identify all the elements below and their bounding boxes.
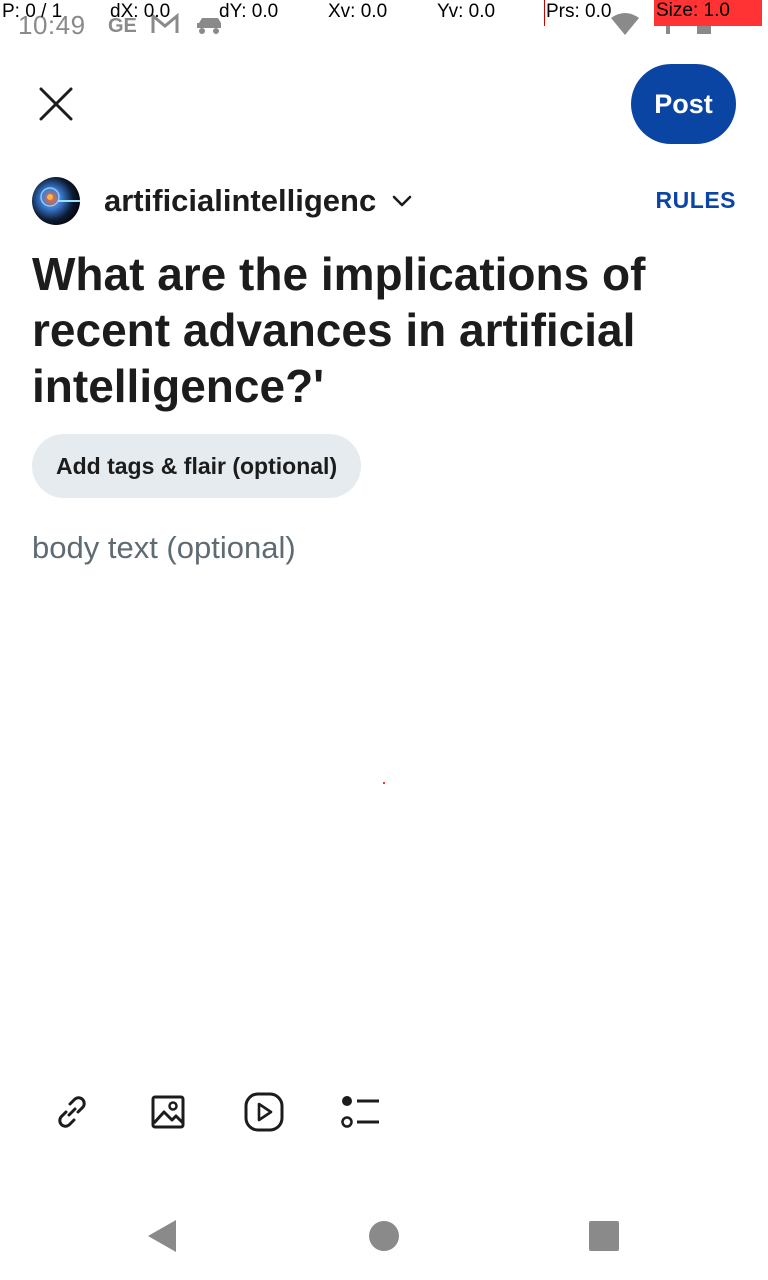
body-text-field[interactable] [32, 530, 736, 1030]
attachment-toolbar [48, 1088, 384, 1136]
overlay-xv: Xv: 0.0 [328, 1, 388, 22]
touch-indicator [383, 782, 385, 784]
overlay-dy: dY: 0.0 [219, 1, 279, 22]
post-button[interactable]: Post [631, 64, 736, 144]
rules-link[interactable]: RULES [656, 187, 736, 214]
chevron-down-icon [392, 194, 412, 208]
home-icon [369, 1221, 399, 1251]
poll-icon [341, 1096, 379, 1128]
overlay-size: Size: 1.0 [654, 0, 762, 26]
community-selector[interactable]: artificialintelligenc [32, 176, 412, 226]
overlay-pressure: Prs: 0.0 [546, 1, 612, 22]
close-icon [39, 87, 73, 121]
community-avatar [32, 177, 80, 225]
overlay-dx: dX: 0.0 [110, 1, 171, 22]
nav-recents-button[interactable] [582, 1214, 626, 1258]
nav-back-button[interactable] [140, 1214, 184, 1258]
image-icon [151, 1095, 185, 1129]
overlay-yv: Yv: 0.0 [437, 1, 496, 22]
add-image-button[interactable] [144, 1088, 192, 1136]
close-button[interactable] [32, 80, 80, 128]
community-name: artificialintelligenc [104, 183, 377, 218]
back-icon [148, 1220, 176, 1252]
pointer-debug-overlay: P: 0 / 1 dX: 0.0 dY: 0.0 Xv: 0.0 Yv: 0.0… [0, 0, 768, 26]
link-icon [58, 1096, 86, 1128]
add-video-button[interactable] [240, 1088, 288, 1136]
recents-icon [589, 1221, 619, 1251]
nav-home-button[interactable] [362, 1214, 406, 1258]
overlay-separator [544, 0, 545, 26]
add-link-button[interactable] [48, 1088, 96, 1136]
overlay-pointer: P: 0 / 1 [2, 1, 63, 22]
status-bar: 10:49 GE P: 0 / 1 dX: 0.0 dY: 0.0 Xv: 0.… [0, 0, 768, 48]
post-title-field[interactable]: What are the implications of recent adva… [32, 246, 732, 414]
video-icon [244, 1092, 284, 1132]
system-nav-bar [0, 1192, 768, 1280]
add-poll-button[interactable] [336, 1088, 384, 1136]
add-tags-flair-button[interactable]: Add tags & flair (optional) [32, 434, 362, 498]
